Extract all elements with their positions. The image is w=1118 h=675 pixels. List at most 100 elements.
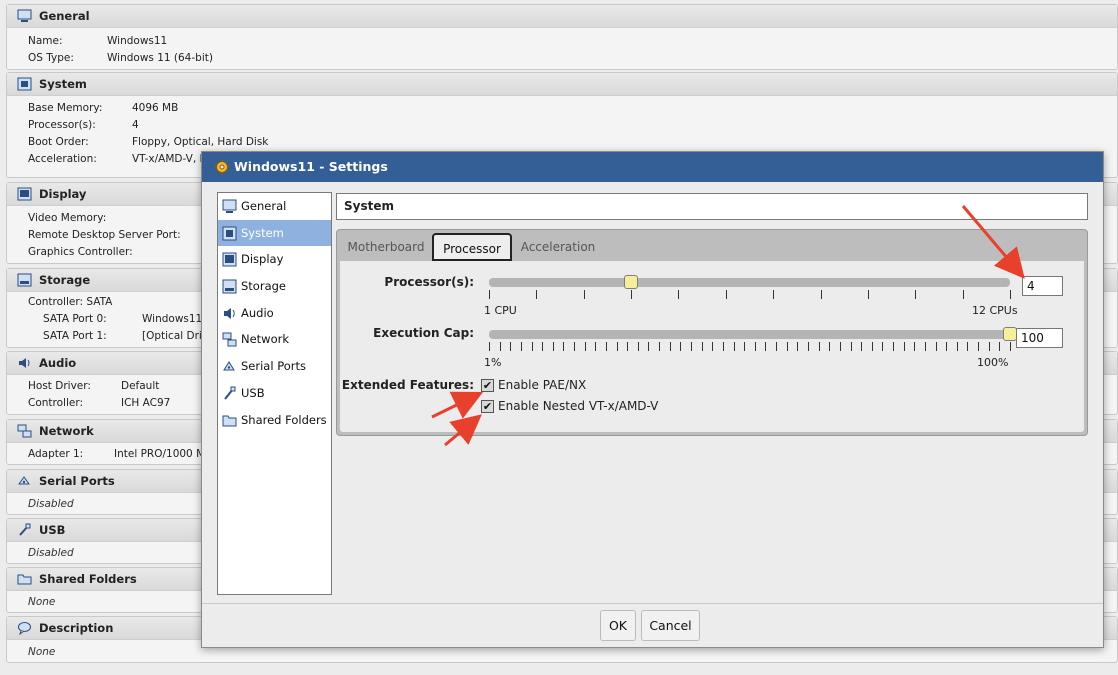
exec-cap-slider-handle[interactable] bbox=[1003, 327, 1017, 341]
storage-port1-key: SATA Port 1: bbox=[43, 330, 107, 342]
slider-tick bbox=[807, 342, 809, 351]
processor-slider-track[interactable] bbox=[489, 278, 1010, 287]
system-processor-key: Processor(s): bbox=[28, 119, 96, 131]
usb-value: Disabled bbox=[28, 547, 74, 559]
slider-tick bbox=[552, 342, 554, 351]
system-boot-key: Boot Order: bbox=[28, 136, 89, 148]
nav-item-general[interactable]: General bbox=[218, 193, 331, 220]
slider-tick bbox=[605, 342, 607, 351]
dialog-title: Windows11 - Settings bbox=[234, 159, 388, 174]
nav-item-serial-ports[interactable]: Serial Ports bbox=[218, 353, 331, 380]
details-serial-title: Serial Ports bbox=[39, 474, 115, 488]
disk-icon bbox=[222, 279, 237, 294]
details-system-title: System bbox=[39, 77, 87, 91]
details-system-header[interactable]: System bbox=[7, 73, 1117, 96]
audio-driver-key: Host Driver: bbox=[28, 380, 91, 392]
nav-label-audio: Audio bbox=[241, 305, 274, 320]
general-ostype-key: OS Type: bbox=[28, 52, 74, 64]
slider-tick bbox=[786, 342, 788, 351]
slider-tick bbox=[648, 342, 650, 351]
cancel-button[interactable]: Cancel bbox=[641, 610, 700, 641]
slider-tick bbox=[499, 342, 501, 351]
general-ostype-value: Windows 11 (64-bit) bbox=[107, 52, 213, 64]
tab-processor[interactable]: Processor bbox=[432, 233, 512, 261]
slider-tick bbox=[701, 342, 703, 351]
slider-tick bbox=[829, 342, 831, 351]
system-boot-value: Floppy, Optical, Hard Disk bbox=[132, 136, 269, 148]
storage-port0-value: Windows11. bbox=[142, 313, 206, 325]
nav-item-system[interactable]: System bbox=[218, 219, 331, 247]
nav-item-usb[interactable]: USB bbox=[218, 380, 331, 407]
pae-nx-checkbox[interactable]: ✔ bbox=[481, 379, 494, 392]
system-accel-value: VT-x/AMD-V, N bbox=[132, 153, 208, 165]
slider-tick bbox=[510, 342, 512, 351]
slider-tick bbox=[915, 290, 917, 299]
nav-label-network: Network bbox=[241, 332, 290, 347]
tab-acceleration[interactable]: Acceleration bbox=[515, 234, 601, 260]
slider-tick bbox=[669, 342, 671, 351]
slider-tick bbox=[1010, 290, 1011, 299]
nav-item-audio[interactable]: Audio bbox=[218, 300, 331, 327]
processor-count-input[interactable]: 4 bbox=[1022, 276, 1063, 296]
serial-value: Disabled bbox=[28, 498, 74, 510]
monitor-icon bbox=[222, 199, 237, 213]
audio-controller-key: Controller: bbox=[28, 397, 84, 409]
details-description-title: Description bbox=[39, 621, 114, 635]
slider-tick bbox=[574, 342, 576, 351]
nested-vtx-checkbox[interactable]: ✔ bbox=[481, 400, 494, 413]
serial-port-icon bbox=[223, 361, 235, 371]
dialog-title-bar[interactable]: Windows11 - Settings bbox=[202, 152, 1103, 182]
usb-icon bbox=[224, 386, 236, 400]
slider-tick bbox=[691, 342, 693, 351]
nav-label-storage: Storage bbox=[241, 279, 286, 294]
exec-cap-max-label: 100% bbox=[977, 356, 1009, 369]
nav-item-storage[interactable]: Storage bbox=[218, 273, 331, 300]
details-general-header[interactable]: General bbox=[7, 5, 1117, 28]
slider-tick bbox=[584, 342, 586, 351]
exec-cap-min-label: 1% bbox=[484, 356, 502, 369]
audio-controller-value: ICH AC97 bbox=[121, 397, 171, 409]
nav-item-shared-folders[interactable]: Shared Folders bbox=[218, 407, 331, 434]
nav-item-network[interactable]: Network bbox=[218, 326, 331, 353]
slider-tick bbox=[818, 342, 820, 351]
slider-tick bbox=[773, 290, 775, 299]
speaker-icon bbox=[19, 358, 30, 368]
slider-tick bbox=[542, 342, 544, 351]
slider-tick bbox=[595, 342, 597, 351]
storage-controller: Controller: SATA bbox=[28, 296, 113, 308]
details-audio-title: Audio bbox=[39, 356, 77, 370]
slider-tick bbox=[563, 342, 565, 351]
details-network-title: Network bbox=[39, 424, 94, 438]
slider-tick bbox=[797, 342, 799, 351]
storage-port0-key: SATA Port 0: bbox=[43, 313, 107, 325]
nav-label-display: Display bbox=[241, 252, 284, 267]
chip-icon bbox=[222, 226, 237, 241]
processor-slider-ticks bbox=[489, 290, 1011, 299]
exec-cap-slider-track[interactable] bbox=[489, 330, 1010, 339]
slider-tick bbox=[924, 342, 926, 351]
slider-tick bbox=[678, 290, 680, 299]
description-value: None bbox=[28, 646, 56, 658]
slider-tick bbox=[903, 342, 905, 351]
nav-label-general: General bbox=[241, 199, 287, 213]
exec-cap-input[interactable]: 100 bbox=[1016, 328, 1063, 348]
pae-nx-label[interactable]: Enable PAE/NX bbox=[498, 378, 586, 392]
slider-tick bbox=[722, 342, 724, 351]
tab-panel: Motherboard Processor Acceleration Proce… bbox=[336, 229, 1088, 436]
network-adapter-value: Intel PRO/1000 M bbox=[114, 448, 206, 460]
processor-slider-handle[interactable] bbox=[624, 275, 639, 289]
general-name-key: Name: bbox=[28, 35, 63, 47]
settings-dialog: Windows11 - Settings General System Disp… bbox=[201, 151, 1104, 648]
details-shared-title: Shared Folders bbox=[39, 572, 137, 586]
slider-tick bbox=[820, 290, 822, 299]
slider-tick bbox=[867, 290, 869, 299]
nav-item-display[interactable]: Display bbox=[218, 246, 331, 273]
slider-tick bbox=[744, 342, 746, 351]
nav-label-usb: USB bbox=[241, 385, 265, 400]
nested-vtx-label[interactable]: Enable Nested VT-x/AMD-V bbox=[498, 399, 658, 413]
ok-button[interactable]: OK bbox=[600, 610, 636, 641]
tab-motherboard[interactable]: Motherboard bbox=[340, 234, 432, 260]
page-title: System bbox=[336, 193, 1088, 220]
processor-label: Processor(s): bbox=[384, 275, 474, 289]
nav-label-system: System bbox=[241, 225, 284, 240]
